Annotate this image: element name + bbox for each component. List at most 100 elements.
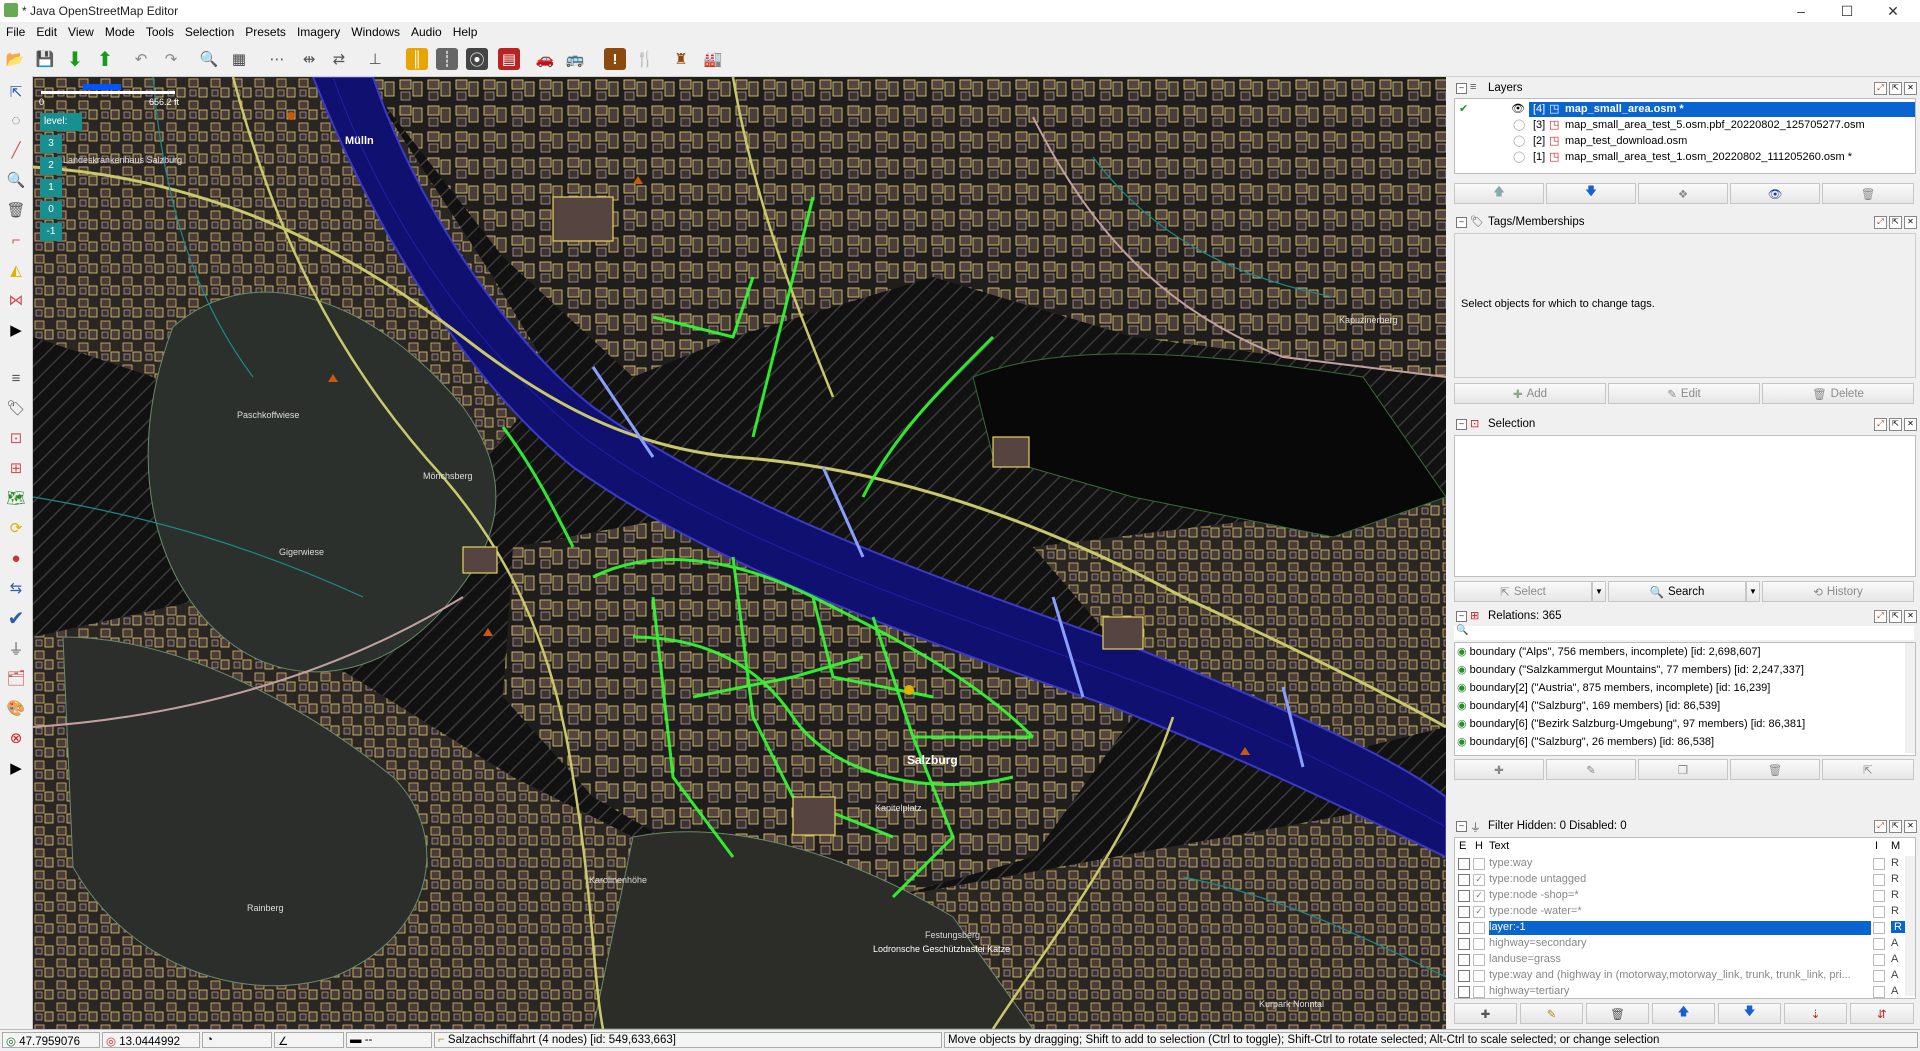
filter-row[interactable]: highway=tertiary A xyxy=(1455,984,1905,999)
preset-bus-icon[interactable]: 🚌 xyxy=(564,48,586,70)
toggle-conflict-icon[interactable]: ⟳ xyxy=(4,516,28,540)
filter-row[interactable]: layer:-1 R xyxy=(1455,920,1905,935)
filter-row[interactable]: ✓ type:node -shop=* R xyxy=(1455,888,1905,903)
panel-close-icon[interactable]: ✕ xyxy=(1904,610,1917,623)
duplicate-relation-icon[interactable]: ❐ xyxy=(1638,759,1728,780)
toggle-filter-icon[interactable]: ⏚ xyxy=(4,636,28,660)
panel-expand-icon[interactable]: ⤢ xyxy=(1874,82,1887,95)
map-canvas[interactable] xyxy=(33,77,1446,1029)
relation-row[interactable]: ◉ boundary ("Salzkammergut Mountains", 7… xyxy=(1457,663,1804,676)
move-filter-up-icon[interactable]: 🡅 xyxy=(1652,1003,1715,1024)
invert-checkbox[interactable] xyxy=(1873,906,1885,918)
filter-row[interactable]: landuse=grass A xyxy=(1455,952,1905,967)
panel-detach-icon[interactable]: ⇱ xyxy=(1889,820,1902,833)
enable-checkbox[interactable] xyxy=(1458,858,1470,870)
collapse-icon[interactable]: – xyxy=(1456,611,1467,622)
menu-audio[interactable]: Audio xyxy=(405,22,447,39)
edit-filter-icon[interactable]: ✎ xyxy=(1520,1003,1583,1024)
menu-windows[interactable]: Windows xyxy=(345,22,405,39)
relation-row[interactable]: ◉ boundary ("Alps", 756 members, incompl… xyxy=(1457,645,1761,658)
enable-checkbox[interactable] xyxy=(1458,922,1470,934)
combine-way-icon[interactable]: ⇹ xyxy=(298,48,320,70)
delete-mode-icon[interactable]: 🗑 xyxy=(4,198,28,222)
filter-col-m[interactable]: M xyxy=(1891,840,1900,852)
preset-industrial-icon[interactable]: 🏭 xyxy=(702,48,724,70)
toggle-map-paint-icon[interactable]: 🗺 xyxy=(4,486,28,510)
enable-checkbox[interactable] xyxy=(1458,874,1470,886)
upload-icon[interactable]: ⬆ xyxy=(94,48,116,71)
panel-detach-icon[interactable]: ⇱ xyxy=(1889,216,1902,229)
hide-checkbox[interactable]: ✓ xyxy=(1473,906,1485,918)
relation-row[interactable]: ◉ boundary[2] ("Austria", 875 members, i… xyxy=(1457,681,1770,694)
toggle-layers-icon[interactable]: ≡ xyxy=(4,366,28,390)
hide-checkbox[interactable] xyxy=(1473,970,1485,982)
visibility-eye-icon[interactable]: 👁 xyxy=(1511,102,1525,115)
toggle-selection-icon[interactable]: ⊡ xyxy=(4,426,28,450)
search-dropdown-button[interactable]: ▼ xyxy=(1746,581,1760,602)
undo-icon[interactable]: ↶ xyxy=(130,48,152,70)
redo-icon[interactable]: ↷ xyxy=(160,48,182,70)
menu-mode[interactable]: Mode xyxy=(99,22,140,39)
menu-presets[interactable]: Presets xyxy=(239,22,291,39)
delete-relation-icon[interactable]: 🗑 xyxy=(1730,759,1820,780)
hide-checkbox[interactable] xyxy=(1473,858,1485,870)
edit-relation-icon[interactable]: ✎ xyxy=(1546,759,1636,780)
panel-expand-icon[interactable]: ⤢ xyxy=(1874,418,1887,431)
collapse-icon[interactable]: – xyxy=(1456,821,1467,832)
toggle-changesets-icon[interactable]: 🗂 xyxy=(4,666,28,690)
relations-scrollbar[interactable] xyxy=(1905,643,1915,753)
invert-checkbox[interactable] xyxy=(1873,938,1885,950)
merge-layer-icon[interactable]: ❖ xyxy=(1638,183,1728,204)
layer-row[interactable]: ◯ [1] ◳ map_small_area_test_1.osm_202208… xyxy=(1455,150,1915,165)
toggle-styles-icon[interactable]: 🎨 xyxy=(4,696,28,720)
toggle-tags-icon[interactable]: 🏷 xyxy=(4,396,28,420)
lasso-mode-icon[interactable]: ◌ xyxy=(4,108,28,132)
collapse-icon[interactable]: – xyxy=(1456,419,1467,430)
relation-row[interactable]: ◉ boundary[6] ("Bezirk Salzburg-Umgebung… xyxy=(1457,717,1805,730)
panel-close-icon[interactable]: ✕ xyxy=(1904,82,1917,95)
preset-car-icon[interactable]: 🚗 xyxy=(534,48,556,70)
visibility-off-icon[interactable]: ◯ xyxy=(1513,134,1525,147)
select-mode-icon[interactable]: ⇱ xyxy=(4,80,28,104)
collapse-icon[interactable]: – xyxy=(1456,217,1467,228)
save-icon[interactable]: 💾 xyxy=(34,48,56,70)
move-up-icon[interactable]: 🡅 xyxy=(1454,183,1544,204)
show-hide-icon[interactable]: 👁 xyxy=(1730,183,1820,204)
panel-detach-icon[interactable]: ⇱ xyxy=(1889,610,1902,623)
close-button[interactable]: ✕ xyxy=(1870,0,1916,22)
orthogonalize-icon[interactable]: ⊥ xyxy=(364,48,386,70)
hide-checkbox[interactable] xyxy=(1473,938,1485,950)
hide-checkbox[interactable]: ✓ xyxy=(1473,874,1485,886)
panel-expand-icon[interactable]: ⤢ xyxy=(1874,216,1887,229)
more-dialogs-arrow-icon[interactable]: ▶ xyxy=(4,756,28,780)
maximize-button[interactable]: ☐ xyxy=(1824,0,1870,22)
invert-checkbox[interactable] xyxy=(1873,986,1885,998)
zoom-icon[interactable]: 🔍 xyxy=(198,48,220,70)
layer-row[interactable]: ◯ [2] ◳ map_test_download.osm xyxy=(1455,134,1915,149)
hide-checkbox[interactable]: ✓ xyxy=(1473,890,1485,902)
toggle-authors-icon[interactable]: ● xyxy=(4,546,28,570)
toggle-validator-icon[interactable]: ✔ xyxy=(4,606,28,630)
menu-file[interactable]: File xyxy=(0,22,30,39)
open-file-icon[interactable]: 📂 xyxy=(4,48,26,70)
panel-expand-icon[interactable]: ⤢ xyxy=(1874,820,1887,833)
extrude-mode-icon[interactable]: ⌐ xyxy=(4,228,28,252)
filter-scrollbar[interactable] xyxy=(1905,856,1915,996)
filter-row[interactable]: ✓ type:node -water=* R xyxy=(1455,904,1905,919)
enable-checkbox[interactable] xyxy=(1458,890,1470,902)
parallel-mode-icon[interactable]: ◭ xyxy=(4,258,28,282)
add-tag-button[interactable]: ✚ Add xyxy=(1454,383,1606,404)
sort-filter-icon[interactable]: ⇣ xyxy=(1784,1003,1847,1024)
preset-barrier-icon[interactable]: ▤ xyxy=(498,48,520,70)
toggle-commands-icon[interactable]: ⇆ xyxy=(4,576,28,600)
selection-list[interactable] xyxy=(1454,435,1916,577)
enable-checkbox[interactable] xyxy=(1458,938,1470,950)
preferences-icon[interactable]: ▦ xyxy=(228,48,250,70)
menu-tools[interactable]: Tools xyxy=(140,22,179,39)
improve-way-icon[interactable]: ⋈ xyxy=(4,288,28,312)
invert-checkbox[interactable] xyxy=(1873,954,1885,966)
hide-checkbox[interactable] xyxy=(1473,986,1485,998)
draw-mode-icon[interactable]: ╱ xyxy=(4,138,28,162)
layer-row[interactable]: ◯ [3] ◳ map_small_area_test_5.osm.pbf_20… xyxy=(1455,118,1915,133)
toggle-relations-icon[interactable]: ⊞ xyxy=(4,456,28,480)
